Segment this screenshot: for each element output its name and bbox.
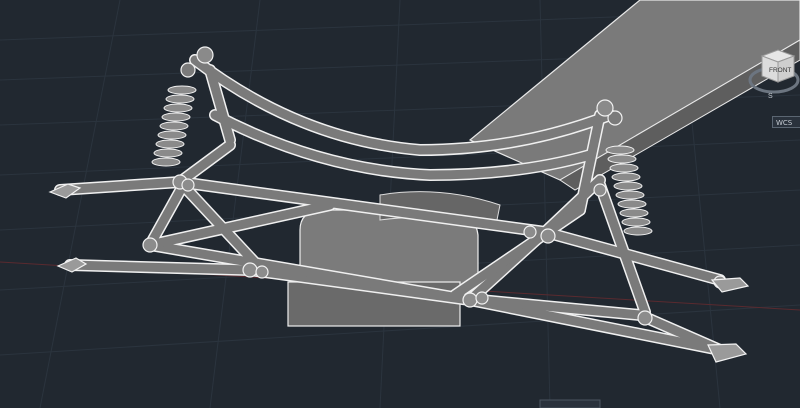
bottom-panel-tab[interactable] bbox=[539, 399, 601, 408]
compass-south-label: S bbox=[768, 93, 773, 100]
model-viewport[interactable]: FRONT S WCS bbox=[0, 0, 800, 408]
wcs-menu-button[interactable]: WCS bbox=[772, 116, 800, 128]
chassis-3d-model bbox=[0, 0, 800, 408]
viewcube[interactable]: FRONT S bbox=[748, 40, 800, 104]
viewcube-face-label: FRONT bbox=[769, 67, 791, 74]
